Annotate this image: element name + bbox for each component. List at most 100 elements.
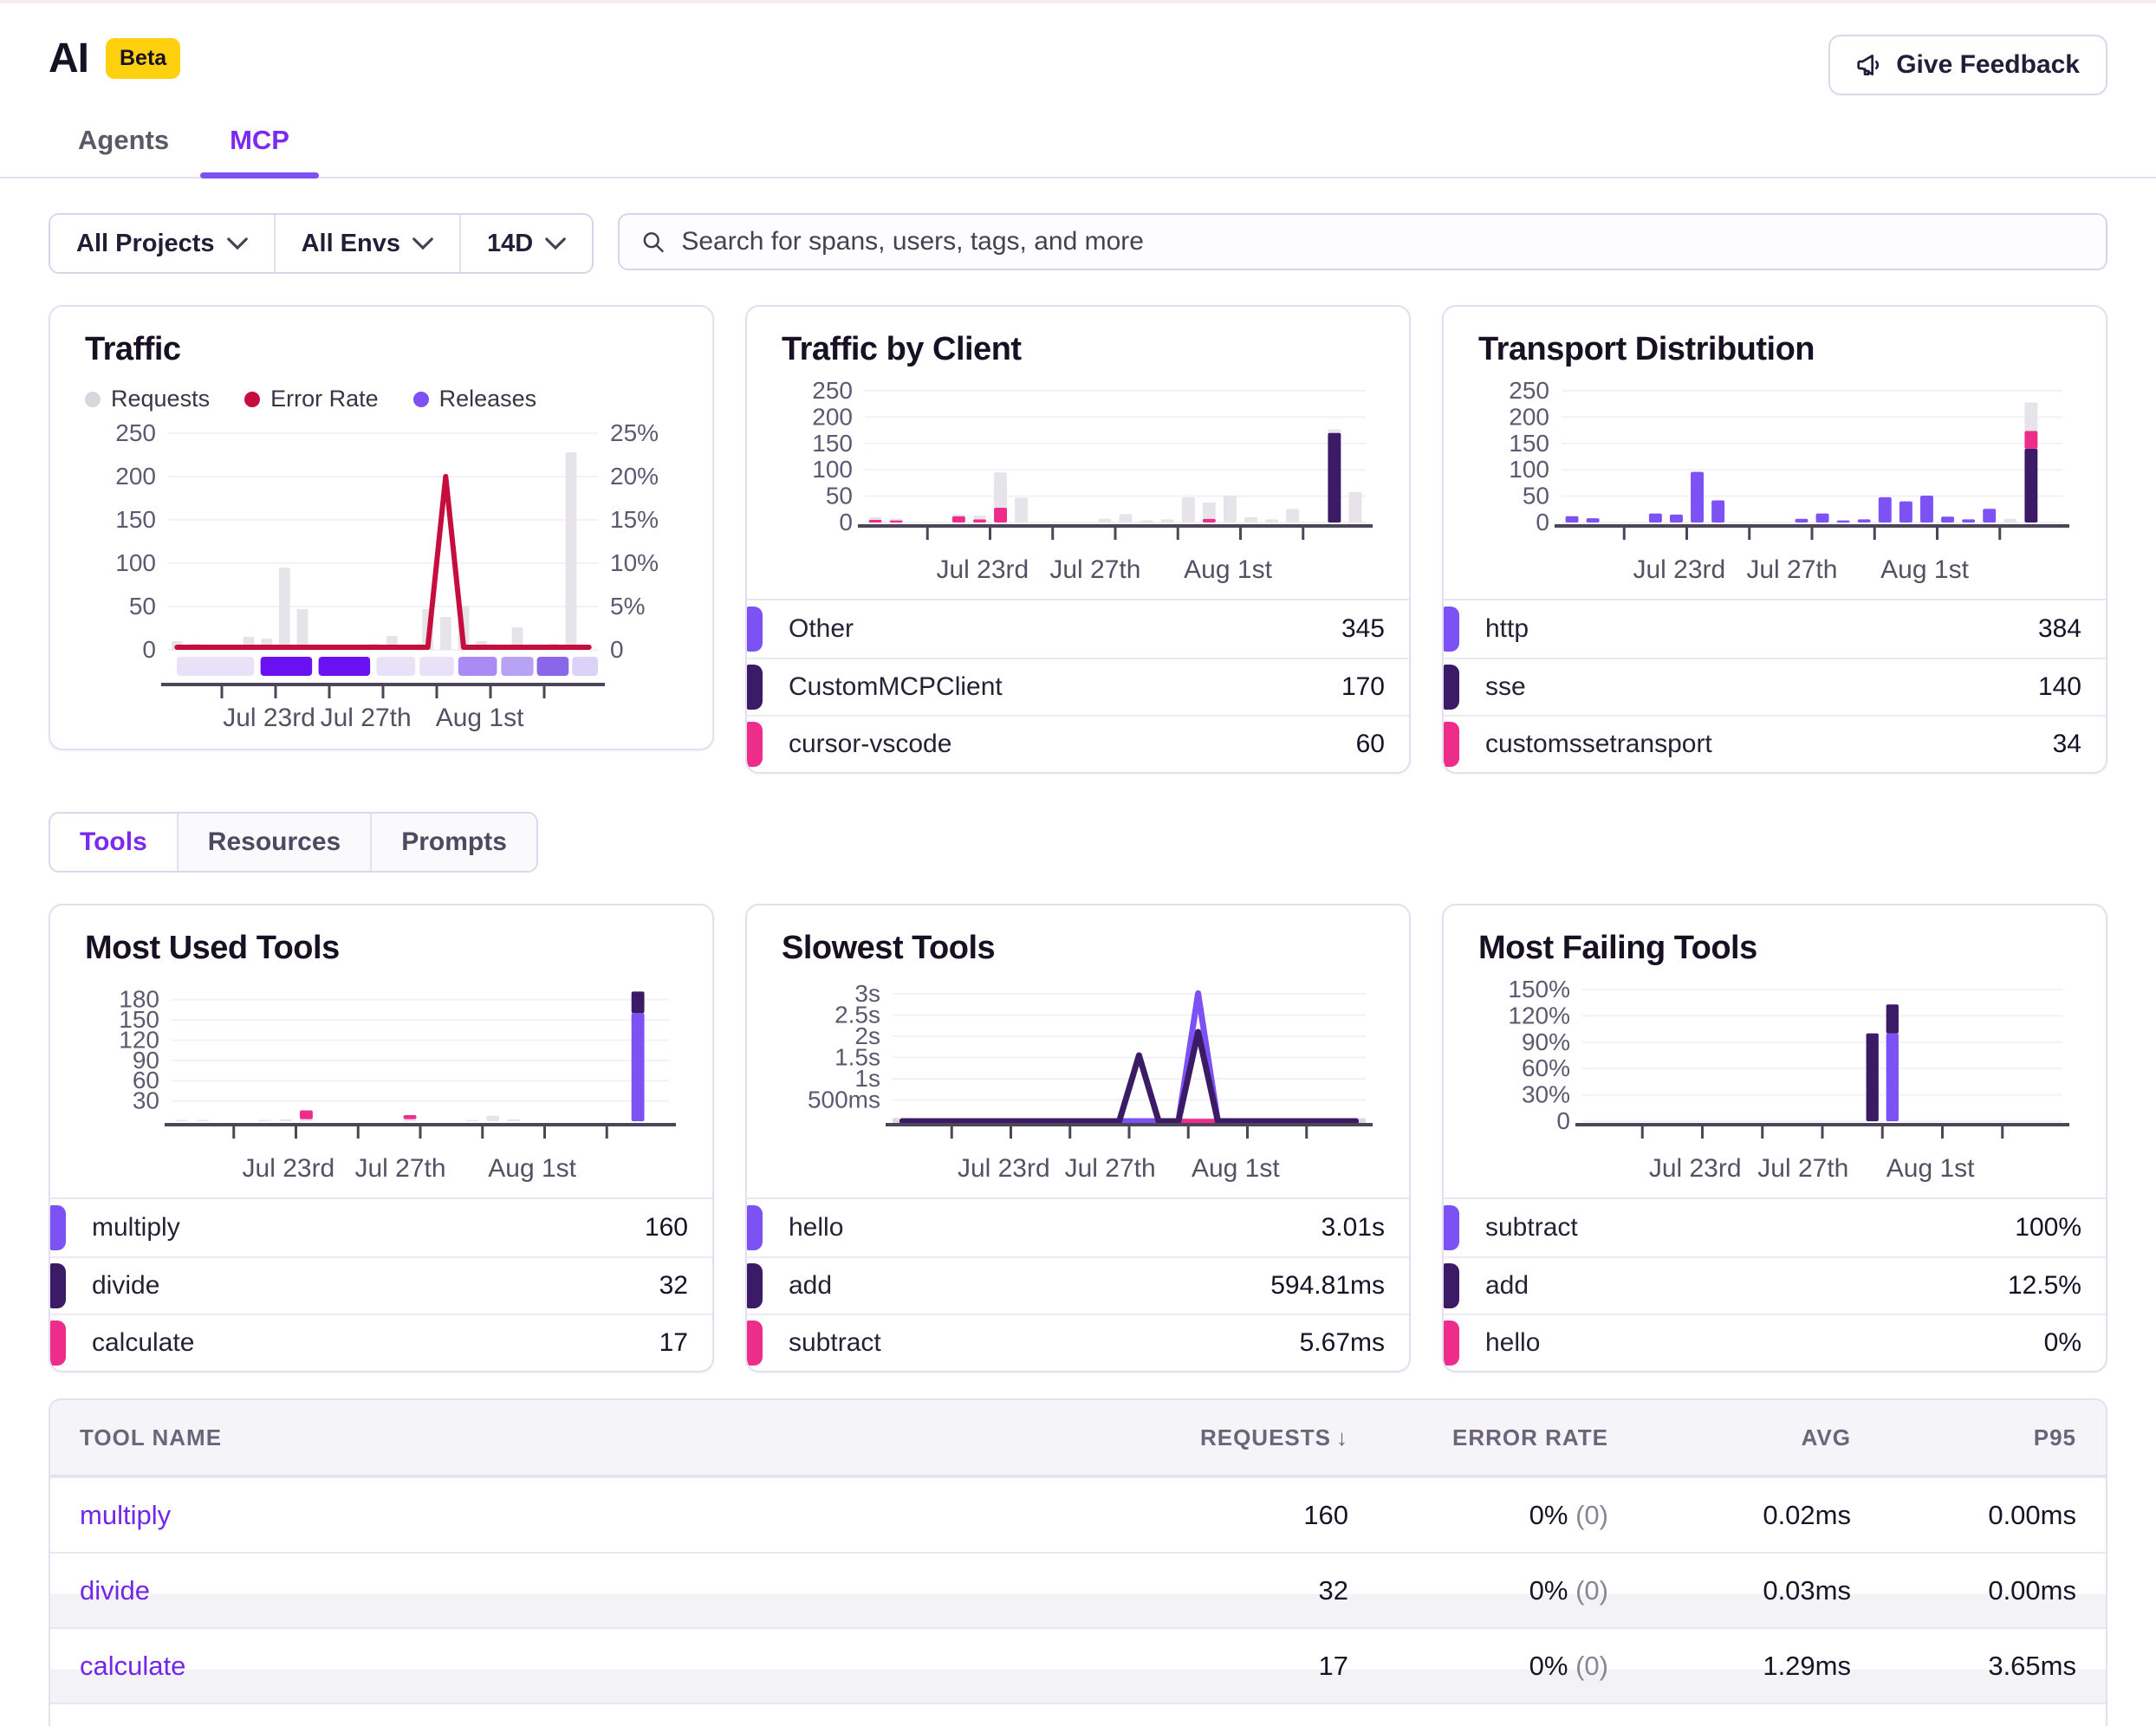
legend-swatch [747,722,763,767]
traffic-by-client-chart: 050100150200250Jul 23rdJul 27thAug 1st [782,377,1378,590]
most-used-tools-title: Most Used Tools [85,930,678,967]
legend-swatch [1444,607,1459,652]
col-p95[interactable]: P95 [1851,1424,2076,1451]
date-range-filter-label: 14D [487,230,533,258]
tool-link-divide[interactable]: divide [80,1575,1088,1606]
tool-link-calculate[interactable]: calculate [80,1651,1088,1682]
client-legend-list: Other345 CustomMCPClient170 cursor-vscod… [747,599,1409,772]
most-failing-tools-card: Most Failing Tools 030%60%90%120%150%Jul… [1442,904,2107,1372]
tab-tools[interactable]: Tools [50,814,179,871]
legend-item-releases: Releases [413,386,537,412]
svg-text:Jul 23rd: Jul 23rd [1649,1154,1742,1183]
svg-text:200: 200 [1509,403,1549,430]
tools-charts-row: Most Used Tools 306090120150180Jul 23rdJ… [49,904,2107,1372]
legend-swatch [1444,665,1459,710]
most-used-tools-chart: 306090120150180Jul 23rdJul 27thAug 1st [85,976,681,1189]
table-row-calculate[interactable]: calculate 17 0% (0) 1.29ms 3.65ms [50,1627,2106,1703]
svg-text:50: 50 [1523,483,1549,509]
legend-swatch [50,1320,66,1366]
traffic-card: Traffic Requests Error Rate Releases 050… [49,305,714,750]
legend-swatch [50,1263,66,1308]
legend-swatch [1444,722,1459,767]
traffic-by-client-card: Traffic by Client 050100150200250Jul 23r… [745,305,1411,774]
col-requests[interactable]: Requests↓ [1088,1424,1348,1451]
svg-text:Aug 1st: Aug 1st [1886,1154,1975,1183]
svg-text:250: 250 [812,377,853,404]
svg-text:10%: 10% [610,549,659,576]
search-bar[interactable] [618,213,2107,270]
give-feedback-button[interactable]: Give Feedback [1828,35,2107,95]
svg-text:90%: 90% [1522,1028,1570,1055]
slowest-tools-card: Slowest Tools 500ms1s1.5s2s2.5s3sJul 23r… [745,904,1411,1372]
svg-text:0: 0 [610,636,624,663]
envs-filter-button[interactable]: All Envs [276,215,461,272]
failing-legend-list: subtract100% add12.5% hello0% [1444,1197,2106,1371]
table-row-add[interactable]: add 16 12.5% (2) 594.81ms 3.16s [50,1703,2106,1726]
requests-cell: 160 [1088,1500,1348,1531]
requests-dot [85,392,101,407]
tool-link-multiply[interactable]: multiply [80,1500,1088,1531]
chevron-down-icon [412,237,433,250]
svg-text:Aug 1st: Aug 1st [436,704,524,732]
avg-cell: 1.29ms [1608,1651,1851,1682]
svg-text:50: 50 [826,483,853,509]
releases-dot [413,392,429,407]
legend-row-hello: hello3.01s [747,1199,1409,1256]
legend-row-add: add12.5% [1444,1256,2106,1314]
date-range-filter-button[interactable]: 14D [461,215,592,272]
svg-text:150: 150 [812,430,853,457]
tab-mcp[interactable]: MCP [230,125,289,177]
svg-text:3s: 3s [854,980,880,1007]
col-avg[interactable]: Avg [1608,1424,1851,1451]
svg-text:60%: 60% [1522,1054,1570,1081]
legend-row-divide: divide32 [50,1256,712,1314]
legend-swatch [1444,1205,1459,1250]
svg-text:120%: 120% [1508,1002,1570,1028]
megaphone-icon [1856,51,1884,79]
legend-item-error-rate: Error Rate [244,386,379,412]
search-icon [640,229,666,255]
give-feedback-label: Give Feedback [1896,50,2080,80]
legend-swatch [747,1320,763,1366]
avg-cell: 0.03ms [1608,1575,1851,1606]
beta-badge: Beta [106,38,180,79]
avg-cell: 0.02ms [1608,1500,1851,1531]
legend-item-requests: Requests [85,386,210,412]
projects-filter-button[interactable]: All Projects [50,215,276,272]
svg-text:Jul 23rd: Jul 23rd [223,704,315,732]
svg-text:100: 100 [1509,456,1549,483]
svg-text:Aug 1st: Aug 1st [1192,1154,1280,1183]
table-row-divide[interactable]: divide 32 0% (0) 0.03ms 0.00ms [50,1552,2106,1627]
svg-text:Jul 27th: Jul 27th [1065,1154,1156,1183]
requests-cell: 32 [1088,1575,1348,1606]
traffic-card-title: Traffic [85,331,678,368]
col-tool-name[interactable]: Tool Name [80,1424,1088,1451]
tab-prompts[interactable]: Prompts [372,814,536,871]
svg-text:30%: 30% [1522,1081,1570,1108]
error-rate-cell: 0% (0) [1348,1651,1608,1682]
legend-row-hello: hello0% [1444,1314,2106,1371]
filter-bar: All Projects All Envs 14D [49,213,2107,274]
transport-distribution-card: Transport Distribution 050100150200250Ju… [1442,305,2107,774]
traffic-charts-row: Traffic Requests Error Rate Releases 050… [49,305,2107,774]
svg-text:100: 100 [115,549,156,576]
svg-text:Jul 23rd: Jul 23rd [243,1154,335,1183]
tab-resources[interactable]: Resources [179,814,372,871]
svg-text:Jul 27th: Jul 27th [355,1154,446,1183]
table-row-multiply[interactable]: multiply 160 0% (0) 0.02ms 0.00ms [50,1476,2106,1552]
svg-text:Aug 1st: Aug 1st [488,1154,576,1183]
traffic-chart: 05010015020025005%10%15%20%25%Jul 23rdJu… [85,418,681,740]
transport-distribution-title: Transport Distribution [1478,331,2071,368]
error-rate-dot [244,392,260,407]
legend-row-custommcpclient: CustomMCPClient170 [747,658,1409,715]
ai-mcp-dashboard: AI Beta Give Feedback Agents MCP All Pro… [0,0,2156,1726]
svg-text:200: 200 [115,463,156,490]
search-input[interactable] [681,227,2085,256]
slowest-tools-chart: 500ms1s1.5s2s2.5s3sJul 23rdJul 27thAug 1… [782,976,1378,1189]
col-error-rate[interactable]: Error Rate [1348,1424,1608,1451]
brand: AI Beta [49,35,180,82]
tab-agents[interactable]: Agents [78,125,169,177]
svg-text:150: 150 [1509,430,1549,457]
legend-row-add: add594.81ms [747,1256,1409,1314]
svg-text:250: 250 [115,419,156,446]
